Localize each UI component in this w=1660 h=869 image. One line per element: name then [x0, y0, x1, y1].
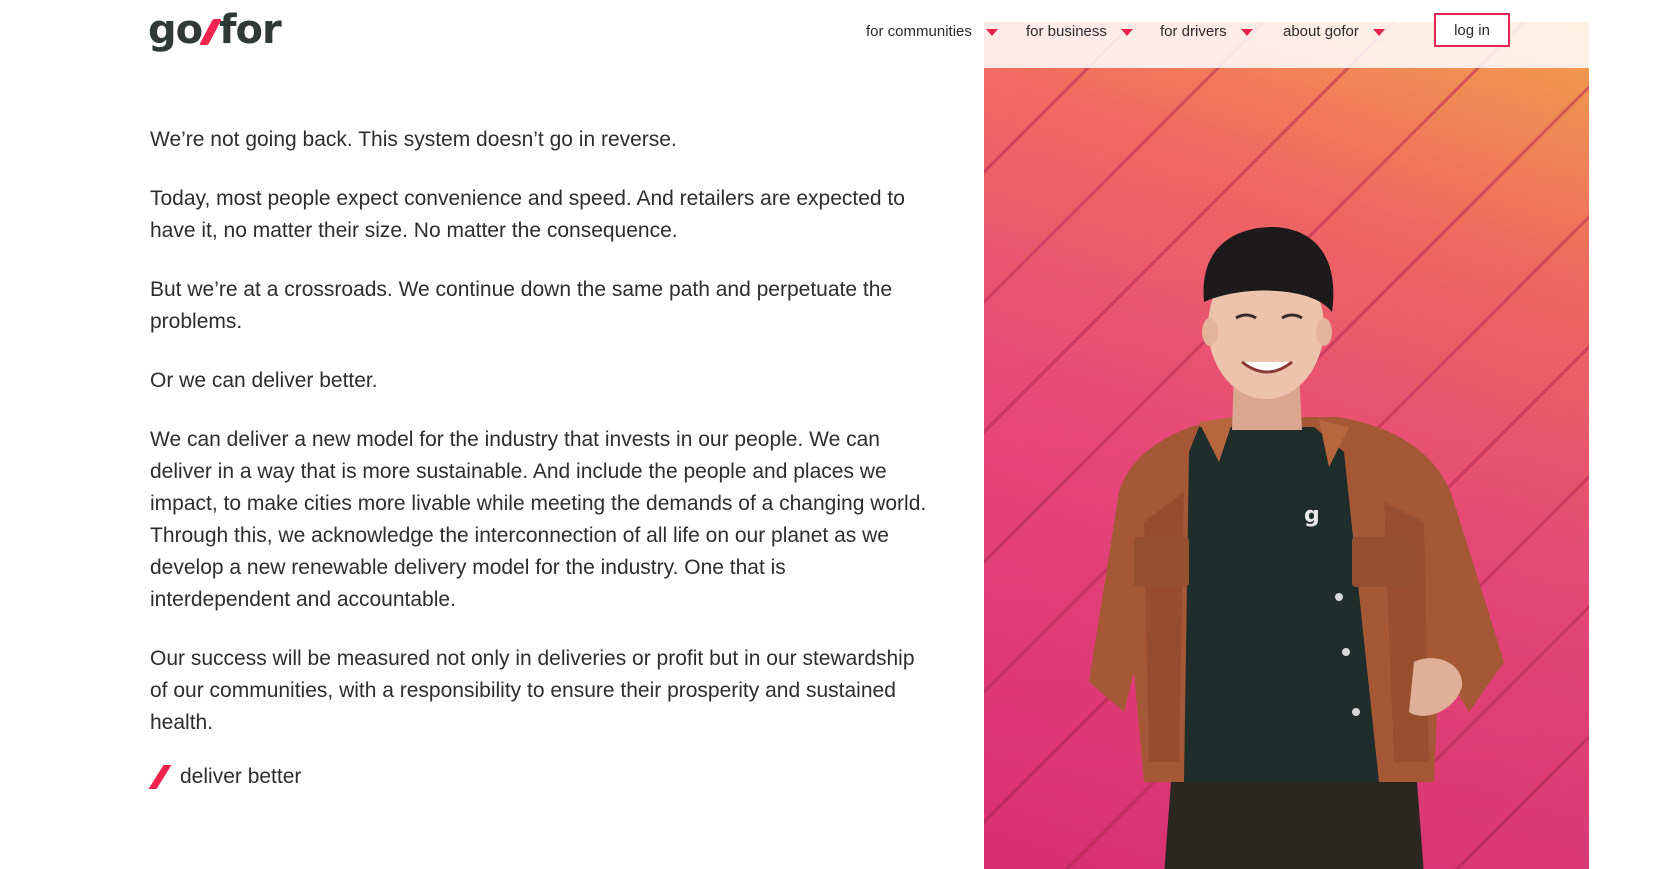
manifesto-text: We’re not going back. This system doesn’…	[150, 124, 930, 766]
page: go for g for communities for business fo…	[0, 0, 1660, 869]
paragraph: But we’re at a crossroads. We continue d…	[150, 278, 893, 333]
nav-label: about gofor	[1283, 23, 1359, 40]
nav-about-gofor[interactable]: about gofor	[1283, 23, 1385, 40]
slash-icon	[148, 765, 172, 789]
logo-word-go: go	[148, 7, 203, 53]
shirt-logo-mark: g	[1304, 503, 1320, 528]
login-button[interactable]: log in	[1434, 13, 1510, 47]
nav-label: for drivers	[1160, 23, 1227, 40]
paragraph: Our success will be measured not only in…	[150, 647, 915, 734]
tagline: deliver better	[148, 765, 302, 789]
hero-photo: g	[984, 22, 1589, 869]
gofor-logo[interactable]: go for	[148, 4, 282, 53]
paragraph: Today, most people expect convenience an…	[150, 187, 905, 242]
nav-for-business[interactable]: for business	[1026, 23, 1133, 40]
nav-label: for communities	[866, 23, 972, 40]
paragraph: We’re not going back. This system doesn’…	[150, 128, 677, 151]
chevron-down-icon	[1240, 29, 1253, 36]
nav-label: for business	[1026, 23, 1107, 40]
chevron-down-icon	[985, 29, 998, 36]
logo-word-for: for	[219, 7, 282, 53]
tagline-text: deliver better	[180, 765, 302, 788]
chevron-down-icon	[1372, 29, 1385, 36]
nav-for-drivers[interactable]: for drivers	[1160, 23, 1253, 40]
chevron-down-icon	[1120, 29, 1133, 36]
paragraph: We can deliver a new model for the indus…	[150, 428, 927, 611]
hero-illustration: g	[984, 22, 1589, 869]
nav-for-communities[interactable]: for communities	[866, 23, 998, 40]
paragraph: Or we can deliver better.	[150, 369, 378, 392]
